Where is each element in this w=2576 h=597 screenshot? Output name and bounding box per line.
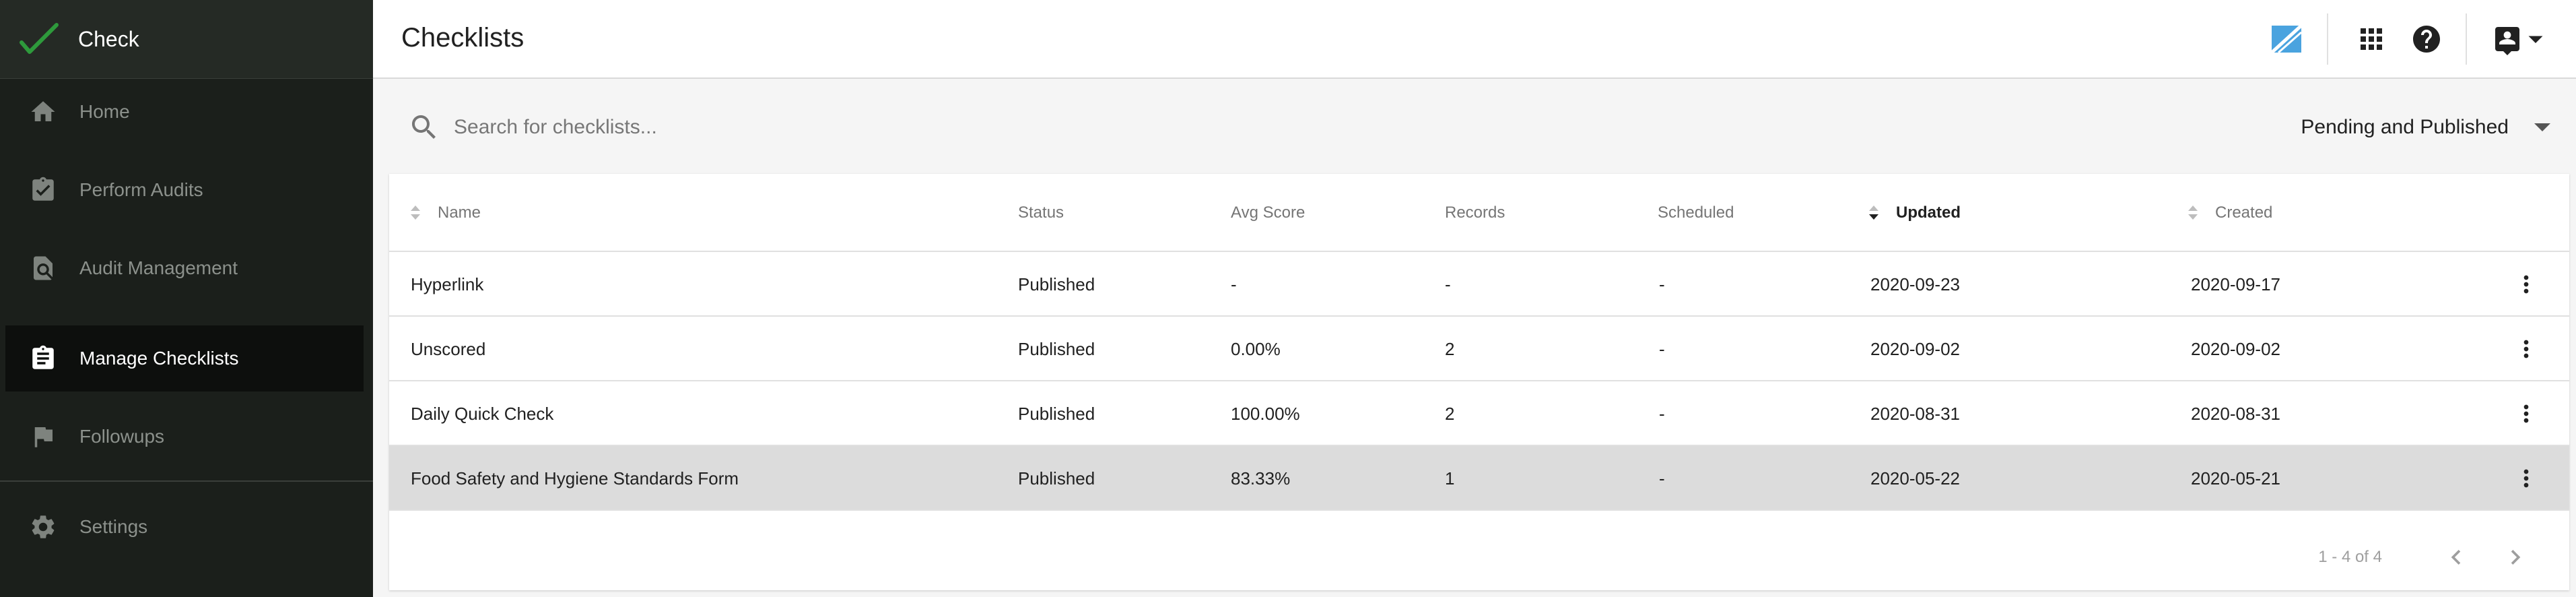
search-icon	[408, 111, 440, 144]
checklists-table: Name Status Avg Score Records Scheduled …	[389, 174, 2569, 590]
column-header-created[interactable]: Created	[2187, 174, 2272, 252]
sidebar-divider	[0, 480, 373, 482]
sidebar-item-label: Followups	[79, 426, 165, 447]
account-icon[interactable]	[2488, 20, 2526, 58]
page-title: Checklists	[401, 23, 524, 53]
column-label: Avg Score	[1231, 203, 1306, 222]
check-logo-icon	[20, 23, 59, 54]
sidebar-item-manage-checklists[interactable]: Manage Checklists	[5, 325, 364, 391]
cell-scheduled: -	[1659, 468, 1665, 489]
sidebar-item-label: Settings	[79, 516, 148, 537]
table-row[interactable]: Food Safety and Hygiene Standards Form P…	[389, 446, 2569, 511]
table-footer: 1 - 4 of 4	[389, 524, 2569, 590]
sort-desc-icon	[1868, 203, 1880, 222]
cell-status: Published	[1018, 274, 1095, 294]
cell-updated: 2020-09-23	[1870, 274, 1960, 294]
sidebar-item-label: Home	[79, 101, 130, 122]
cell-avg-score: 83.33%	[1231, 468, 1291, 489]
cell-created: 2020-08-31	[2191, 403, 2280, 424]
cell-status: Published	[1018, 403, 1095, 424]
sidebar-item-followups[interactable]: Followups	[5, 404, 364, 470]
cell-name: Daily Quick Check	[411, 403, 554, 424]
clipboard-check-icon	[28, 175, 58, 205]
sort-icon	[2187, 203, 2199, 222]
sort-icon	[409, 203, 421, 222]
status-filter-value: Pending and Published	[2301, 116, 2509, 138]
cell-scheduled: -	[1659, 274, 1665, 294]
cell-status: Published	[1018, 468, 1095, 489]
column-label: Status	[1018, 203, 1064, 222]
table-row[interactable]: Hyperlink Published - - - 2020-09-23 202…	[389, 252, 2569, 317]
brand[interactable]: Check	[0, 0, 373, 79]
sidebar-item-perform-audits[interactable]: Perform Audits	[5, 157, 364, 223]
app-name: Check	[78, 26, 139, 51]
cell-name: Unscored	[411, 338, 486, 359]
table-row[interactable]: Unscored Published 0.00% 2 - 2020-09-02 …	[389, 317, 2569, 381]
more-vert-icon[interactable]	[2510, 398, 2542, 430]
cell-records: 2	[1445, 403, 1455, 424]
status-filter-select[interactable]: Pending and Published	[2301, 108, 2550, 147]
column-header-updated[interactable]: Updated	[1868, 174, 1961, 252]
cell-created: 2020-09-17	[2191, 274, 2280, 294]
cell-scheduled: -	[1659, 338, 1665, 359]
cell-created: 2020-09-02	[2191, 338, 2280, 359]
flag-icon	[28, 422, 58, 451]
header-divider	[2466, 13, 2467, 65]
column-label: Name	[438, 203, 481, 222]
table-row[interactable]: Daily Quick Check Published 100.00% 2 - …	[389, 381, 2569, 446]
cell-avg-score: -	[1231, 274, 1237, 294]
cell-created: 2020-05-21	[2191, 468, 2280, 489]
column-label: Records	[1445, 203, 1505, 222]
cell-updated: 2020-08-31	[1870, 403, 1960, 424]
chevron-left-icon[interactable]	[2440, 541, 2472, 573]
column-header-scheduled: Scheduled	[1658, 174, 1734, 252]
column-label: Updated	[1896, 203, 1961, 222]
sidebar-item-settings[interactable]: Settings	[5, 494, 364, 560]
home-icon	[28, 97, 58, 127]
sidebar-item-label: Manage Checklists	[79, 348, 239, 369]
column-header-avg-score: Avg Score	[1231, 174, 1305, 252]
column-header-name[interactable]: Name	[409, 174, 481, 252]
header-divider	[2327, 13, 2328, 65]
search-input[interactable]	[454, 108, 1531, 147]
apps-grid-icon[interactable]	[2352, 20, 2390, 58]
sidebar-item-home[interactable]: Home	[5, 79, 364, 145]
sidebar-item-label: Audit Management	[79, 257, 238, 278]
more-vert-icon[interactable]	[2510, 462, 2542, 495]
brand-logo-icon[interactable]	[2268, 20, 2305, 58]
sidebar: Check Home Perform Audits Audit Manageme…	[0, 0, 373, 597]
cell-updated: 2020-09-02	[1870, 338, 1960, 359]
cell-name: Food Safety and Hygiene Standards Form	[411, 468, 739, 489]
sidebar-item-audit-management[interactable]: Audit Management	[5, 235, 364, 301]
cell-records: -	[1445, 274, 1451, 294]
help-icon[interactable]	[2408, 20, 2445, 58]
search-bar: Pending and Published	[389, 90, 2576, 164]
cell-scheduled: -	[1659, 403, 1665, 424]
cell-records: 2	[1445, 338, 1455, 359]
cell-status: Published	[1018, 338, 1095, 359]
sidebar-item-label: Perform Audits	[79, 179, 203, 200]
document-search-icon	[28, 253, 58, 283]
table-header: Name Status Avg Score Records Scheduled …	[389, 174, 2569, 252]
column-label: Scheduled	[1658, 203, 1734, 222]
cell-records: 1	[1445, 468, 1455, 489]
cell-avg-score: 0.00%	[1231, 338, 1281, 359]
chevron-down-icon	[2534, 123, 2550, 131]
column-label: Created	[2215, 203, 2273, 222]
caret-down-icon[interactable]	[2523, 20, 2548, 58]
pagination-range: 1 - 4 of 4	[2318, 548, 2382, 566]
chevron-right-icon[interactable]	[2499, 541, 2532, 573]
more-vert-icon[interactable]	[2510, 333, 2542, 365]
column-header-records: Records	[1445, 174, 1505, 252]
gear-icon	[28, 512, 58, 542]
cell-avg-score: 100.00%	[1231, 403, 1300, 424]
more-vert-icon[interactable]	[2510, 268, 2542, 301]
app-root: Check Home Perform Audits Audit Manageme…	[0, 0, 2576, 597]
assignment-icon	[28, 344, 58, 373]
column-header-status: Status	[1018, 174, 1064, 252]
cell-name: Hyperlink	[411, 274, 484, 294]
cell-updated: 2020-05-22	[1870, 468, 1960, 489]
top-header: Checklists	[373, 0, 2576, 79]
